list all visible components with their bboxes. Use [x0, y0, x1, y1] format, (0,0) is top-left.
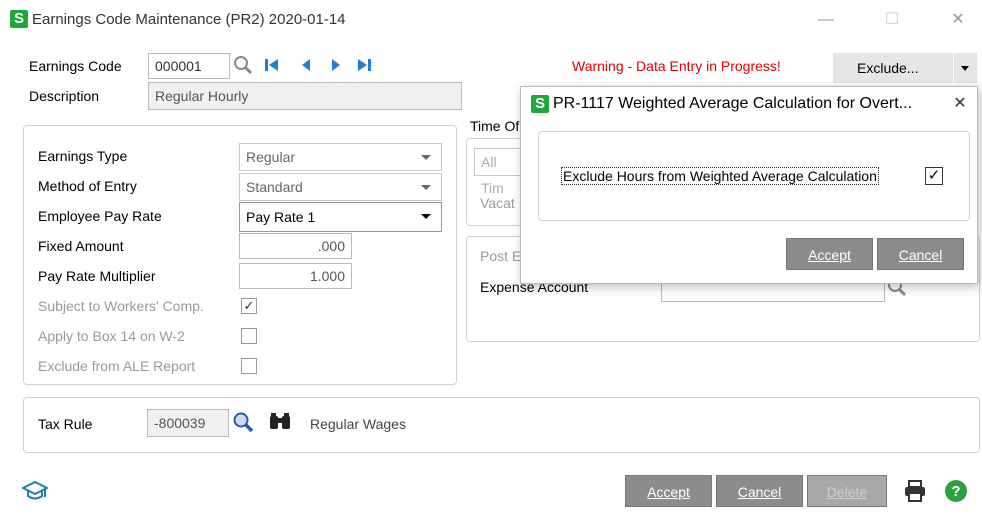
earnings-code-input[interactable]: 000001: [148, 53, 230, 79]
previous-record-icon[interactable]: [300, 58, 312, 72]
cancel-button[interactable]: Cancel: [716, 475, 803, 507]
method-of-entry-select[interactable]: Standard: [239, 173, 442, 201]
divider: [953, 53, 954, 83]
method-of-entry-value: Standard: [246, 179, 303, 195]
delete-button-label: Delete: [826, 484, 868, 500]
dialog-accept-button[interactable]: Accept: [786, 238, 873, 270]
ale-report-label: Exclude from ALE Report: [38, 358, 196, 374]
binoculars-icon[interactable]: [268, 412, 292, 432]
chevron-down-icon: [421, 185, 431, 190]
first-record-icon[interactable]: [264, 58, 280, 72]
time-off-value: All Tim: [481, 154, 504, 196]
tax-rule-label: Tax Rule: [38, 416, 93, 432]
sage-logo-icon: S: [10, 10, 28, 28]
workers-comp-checkbox[interactable]: ✓: [241, 298, 257, 314]
maximize-button[interactable]: ☐: [880, 10, 904, 30]
exclude-hours-label: Exclude Hours from Weighted Average Calc…: [561, 167, 879, 185]
employee-pay-rate-value: Pay Rate 1: [246, 209, 316, 225]
sage-logo-icon: S: [531, 95, 549, 113]
dialog-close-button[interactable]: ✕: [949, 94, 971, 114]
chevron-down-icon[interactable]: [961, 66, 969, 71]
dialog-accept-label: Accept: [808, 247, 851, 263]
dialog-title: PR-1117 Weighted Average Calculation for…: [553, 95, 913, 112]
pay-rate-multiplier-input[interactable]: 1.000: [239, 263, 352, 289]
earnings-type-select[interactable]: Regular: [239, 143, 442, 171]
post-label: Post E: [480, 248, 522, 264]
help-icon[interactable]: ?: [944, 479, 968, 503]
workers-comp-label: Subject to Workers' Comp.: [38, 298, 204, 314]
employee-pay-rate-select[interactable]: Pay Rate 1: [239, 202, 442, 232]
exclude-hours-checkbox[interactable]: ✓: [925, 167, 943, 185]
next-record-icon[interactable]: [330, 58, 342, 72]
description-field[interactable]: Regular Hourly: [148, 82, 462, 110]
chevron-down-icon: [421, 155, 431, 160]
employee-pay-rate-label: Employee Pay Rate: [38, 208, 162, 224]
pay-rate-multiplier-label: Pay Rate Multiplier: [38, 268, 156, 284]
last-record-icon[interactable]: [356, 58, 372, 72]
close-button[interactable]: ✕: [946, 10, 970, 30]
accept-button-label: Accept: [647, 484, 690, 500]
time-off-label: Time Of: [470, 118, 520, 134]
lookup-search-icon[interactable]: [232, 54, 254, 76]
exclude-button-label: Exclude...: [857, 60, 919, 76]
accept-button[interactable]: Accept: [625, 475, 712, 507]
cancel-button-label: Cancel: [737, 484, 782, 500]
warning-message: Warning - Data Entry in Progress!: [572, 58, 781, 74]
svg-text:?: ?: [951, 483, 960, 500]
dialog-cancel-button[interactable]: Cancel: [877, 238, 964, 270]
tax-rule-description: Regular Wages: [310, 416, 406, 432]
box14-label: Apply to Box 14 on W-2: [38, 328, 185, 344]
vacation-label: Vacat: [480, 195, 515, 211]
delete-button[interactable]: Delete: [807, 475, 887, 507]
chevron-down-icon: [421, 214, 431, 219]
description-label: Description: [29, 88, 100, 104]
tax-rule-input[interactable]: -800039: [147, 409, 229, 437]
box14-checkbox[interactable]: [241, 328, 257, 344]
search-icon[interactable]: [231, 410, 255, 434]
earnings-type-label: Earnings Type: [38, 148, 128, 164]
weighted-average-dialog: S PR-1117 Weighted Average Calculation f…: [520, 86, 978, 284]
earnings-code-label: Earnings Code: [29, 58, 122, 74]
window-title: Earnings Code Maintenance (PR2) 2020-01-…: [32, 11, 346, 28]
title-bar: S Earnings Code Maintenance (PR2) 2020-0…: [0, 0, 982, 40]
method-of-entry-label: Method of Entry: [38, 178, 137, 194]
earnings-type-value: Regular: [246, 149, 296, 165]
dialog-cancel-label: Cancel: [898, 247, 943, 263]
time-off-select[interactable]: All Tim: [474, 148, 526, 196]
printer-icon[interactable]: [903, 480, 927, 502]
fixed-amount-input[interactable]: .000: [239, 233, 352, 259]
minimize-button[interactable]: —: [814, 10, 838, 30]
exclude-button[interactable]: Exclude...: [833, 53, 977, 83]
fixed-amount-label: Fixed Amount: [38, 238, 124, 254]
ale-report-checkbox[interactable]: [241, 358, 257, 374]
graduation-cap-icon[interactable]: [20, 478, 50, 504]
